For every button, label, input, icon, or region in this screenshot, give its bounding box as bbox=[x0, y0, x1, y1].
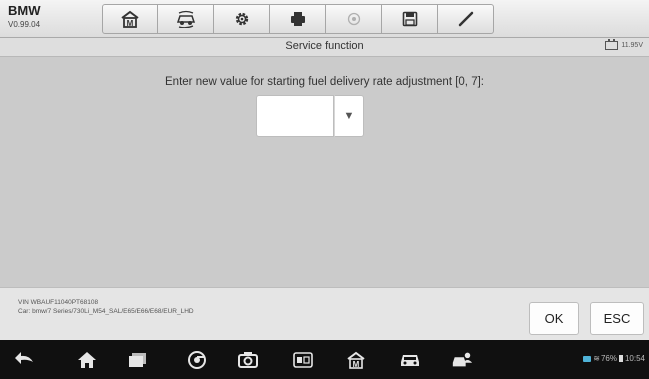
toolbar-buttons: M bbox=[102, 4, 494, 34]
battery-icon bbox=[618, 355, 623, 362]
autel-home-icon[interactable]: M bbox=[345, 350, 367, 370]
brand-name: BMW bbox=[8, 3, 41, 18]
wifi-icon: ≋ bbox=[593, 354, 600, 363]
value-select[interactable]: ▼ bbox=[256, 95, 364, 137]
title-bar: Service function 11.95V bbox=[0, 38, 649, 57]
home-button[interactable]: M bbox=[102, 4, 158, 34]
home-icon[interactable] bbox=[76, 350, 98, 370]
help-button[interactable] bbox=[326, 4, 382, 34]
vin-text: VIN WBAUF11040PT68108 bbox=[18, 299, 99, 306]
ok-button[interactable]: OK bbox=[529, 302, 579, 335]
vehicle-swap-button[interactable] bbox=[158, 4, 214, 34]
clock: 10:54 bbox=[624, 354, 645, 363]
print-button[interactable] bbox=[270, 4, 326, 34]
input-prompt: Enter new value for starting fuel delive… bbox=[165, 76, 484, 88]
print-icon bbox=[290, 12, 305, 26]
settings-button[interactable] bbox=[214, 4, 270, 34]
vehicle-brand: BMW V0.99.04 bbox=[8, 4, 41, 30]
home-m-icon: M bbox=[121, 10, 139, 28]
edit-button[interactable] bbox=[438, 4, 494, 34]
back-icon[interactable] bbox=[14, 350, 36, 370]
car-text: Car: bmw/7 Series/730Li_M54_SAL/E65/E66/… bbox=[18, 308, 194, 315]
top-toolbar: BMW V0.99.04 M bbox=[0, 0, 649, 38]
vehicle-info-bar: VIN WBAUF11040PT68108 Car: bmw/7 Series/… bbox=[0, 287, 649, 340]
status-area: ≋ 76% 10:54 bbox=[583, 354, 645, 363]
dropdown-arrow-icon[interactable]: ▼ bbox=[334, 95, 364, 137]
car-user-icon[interactable] bbox=[451, 350, 473, 370]
system-nav-bar: M ≋ 76% 10:54 bbox=[0, 340, 649, 379]
vehicle-info: VIN WBAUF11040PT68108 Car: bmw/7 Series/… bbox=[18, 298, 194, 316]
page-title: Service function bbox=[285, 40, 364, 52]
help-icon bbox=[347, 12, 360, 26]
car-icon[interactable] bbox=[399, 350, 421, 370]
svg-text:M: M bbox=[353, 360, 360, 369]
recent-apps-icon[interactable] bbox=[127, 350, 149, 370]
save-button[interactable] bbox=[382, 4, 438, 34]
message-icon bbox=[583, 355, 592, 362]
vehicle-swap-icon bbox=[176, 10, 195, 28]
save-icon bbox=[402, 11, 417, 27]
voltage-value: 11.95V bbox=[621, 42, 643, 49]
main-content: Enter new value for starting fuel delive… bbox=[0, 57, 649, 287]
software-version: V0.99.04 bbox=[8, 20, 41, 29]
esc-button[interactable]: ESC bbox=[590, 302, 644, 335]
value-field[interactable] bbox=[256, 95, 334, 137]
svg-text:M: M bbox=[127, 19, 134, 28]
edit-pen-icon bbox=[458, 11, 473, 27]
camera-icon[interactable] bbox=[237, 350, 259, 370]
car-battery-icon bbox=[605, 39, 619, 50]
screen-switch-icon[interactable] bbox=[292, 350, 314, 370]
vehicle-voltage: 11.95V bbox=[605, 39, 643, 50]
settings-gear-icon bbox=[235, 12, 248, 26]
battery-percent: 76% bbox=[600, 354, 617, 363]
chrome-icon[interactable] bbox=[186, 350, 208, 370]
